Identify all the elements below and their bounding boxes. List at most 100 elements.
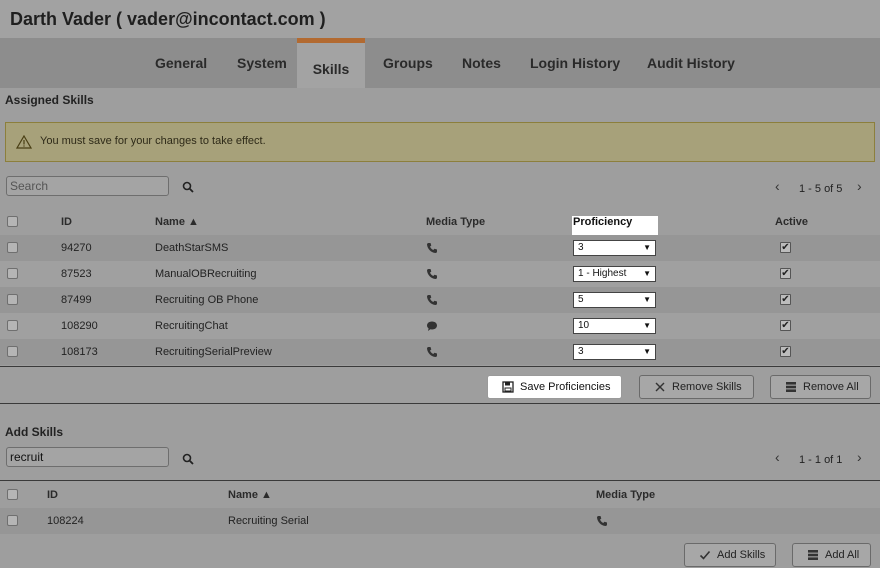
- proficiency-value: 3: [578, 346, 584, 357]
- skill-name: Recruiting Serial: [228, 515, 309, 527]
- table-row: 87499 Recruiting OB Phone 5 ▼ ✔: [0, 287, 880, 313]
- add-table-header: ID Name ▲ Media Type: [0, 482, 880, 508]
- column-media-type: Media Type: [426, 216, 486, 228]
- phone-icon: [427, 347, 437, 357]
- proficiency-value: 3: [578, 242, 584, 253]
- active-checkbox[interactable]: ✔: [780, 320, 791, 331]
- row-checkbox[interactable]: [7, 346, 18, 357]
- next-page-icon[interactable]: ›: [857, 449, 862, 465]
- phone-icon: [427, 269, 437, 279]
- skill-name: ManualOBRecruiting: [155, 268, 257, 280]
- skill-name: Recruiting OB Phone: [155, 294, 259, 306]
- search-icon[interactable]: [182, 181, 194, 193]
- save-proficiencies-label: Save Proficiencies: [520, 381, 611, 393]
- save-proficiencies-button[interactable]: Save Proficiencies: [487, 375, 622, 399]
- add-pager: ‹ 1 - 1 of 1 ›: [775, 449, 867, 469]
- tab-groups[interactable]: Groups: [371, 38, 445, 88]
- assigned-skills-label: Assigned Skills: [5, 93, 94, 107]
- row-checkbox[interactable]: [7, 294, 18, 305]
- active-checkbox[interactable]: ✔: [780, 242, 791, 253]
- column-media-type: Media Type: [596, 489, 656, 501]
- column-name[interactable]: Name ▲: [228, 482, 272, 508]
- chevron-down-icon: ▼: [643, 269, 651, 278]
- select-all-checkbox[interactable]: [7, 489, 18, 500]
- table-row: 108224 Recruiting Serial: [0, 508, 880, 534]
- chevron-down-icon: ▼: [643, 243, 651, 252]
- pager-text: 1 - 5 of 5: [799, 183, 843, 195]
- pager-text: 1 - 1 of 1: [799, 454, 843, 466]
- table-row: 87523 ManualOBRecruiting 1 - Highest ▼ ✔: [0, 261, 880, 287]
- divider: [0, 366, 880, 367]
- remove-skills-label: Remove Skills: [672, 381, 742, 393]
- tab-notes[interactable]: Notes: [450, 38, 513, 88]
- add-skills-label: Add Skills: [717, 549, 766, 561]
- table-row: 94270 DeathStarSMS 3 ▼ ✔: [0, 235, 880, 261]
- skill-id: 108290: [61, 320, 98, 332]
- tab-system[interactable]: System: [225, 38, 299, 88]
- skill-name: RecruitingSerialPreview: [155, 346, 272, 358]
- tab-audit-history[interactable]: Audit History: [635, 38, 747, 88]
- proficiency-select[interactable]: 5 ▼: [573, 292, 656, 308]
- prev-page-icon[interactable]: ‹: [775, 449, 780, 465]
- column-id[interactable]: ID: [61, 209, 72, 235]
- remove-all-label: Remove All: [803, 381, 859, 393]
- table-row: 108173 RecruitingSerialPreview 3 ▼ ✔: [0, 339, 880, 365]
- row-checkbox[interactable]: [7, 320, 18, 331]
- divider: [0, 403, 880, 404]
- tab-bar: General System Skills Groups Notes Login…: [0, 38, 880, 88]
- row-checkbox[interactable]: [7, 242, 18, 253]
- add-skills-label: Add Skills: [5, 425, 64, 439]
- phone-icon: [427, 243, 437, 253]
- skill-id: 87523: [61, 268, 92, 280]
- proficiency-select[interactable]: 3 ▼: [573, 344, 656, 360]
- search-icon[interactable]: [182, 453, 194, 465]
- next-page-icon[interactable]: ›: [857, 178, 862, 194]
- column-id[interactable]: ID: [47, 482, 58, 508]
- active-checkbox[interactable]: ✔: [780, 268, 791, 279]
- assigned-search-input[interactable]: [6, 176, 169, 196]
- column-active: Active: [775, 216, 809, 228]
- warning-banner: You must save for your changes to take e…: [5, 122, 875, 162]
- warning-icon: [16, 135, 32, 149]
- phone-icon: [427, 295, 437, 305]
- proficiency-select[interactable]: 1 - Highest ▼: [573, 266, 656, 282]
- tab-general[interactable]: General: [143, 38, 219, 88]
- proficiency-select[interactable]: 3 ▼: [573, 240, 656, 256]
- row-checkbox[interactable]: [7, 268, 18, 279]
- skill-id: 94270: [61, 242, 92, 254]
- active-checkbox[interactable]: ✔: [780, 346, 791, 357]
- skill-id: 108173: [61, 346, 98, 358]
- add-all-button[interactable]: Add All: [792, 543, 871, 567]
- skill-name: RecruitingChat: [155, 320, 228, 332]
- list-icon: [786, 382, 796, 392]
- active-checkbox[interactable]: ✔: [780, 294, 791, 305]
- close-icon: [655, 382, 665, 392]
- add-search-input[interactable]: [6, 447, 169, 467]
- add-all-label: Add All: [825, 549, 860, 561]
- save-icon: [502, 381, 514, 393]
- table-row: 108290 RecruitingChat 10 ▼ ✔: [0, 313, 880, 339]
- tab-skills[interactable]: Skills: [297, 38, 365, 88]
- chevron-down-icon: ▼: [643, 347, 651, 356]
- divider: [0, 480, 880, 481]
- page-title: Darth Vader ( vader@incontact.com ): [0, 0, 880, 38]
- list-icon: [808, 550, 818, 560]
- chevron-down-icon: ▼: [643, 295, 651, 304]
- add-skills-button[interactable]: Add Skills: [684, 543, 776, 567]
- proficiency-value: 1 - Highest: [578, 268, 627, 279]
- proficiency-select[interactable]: 10 ▼: [573, 318, 656, 334]
- chevron-down-icon: ▼: [643, 321, 651, 330]
- skill-id: 87499: [61, 294, 92, 306]
- warning-text: You must save for your changes to take e…: [40, 135, 266, 147]
- assigned-table-header: ID Name ▲ Media Type Active: [0, 209, 880, 235]
- tab-login-history[interactable]: Login History: [518, 38, 632, 88]
- column-proficiency: Proficiency: [573, 216, 633, 228]
- row-checkbox[interactable]: [7, 515, 18, 526]
- select-all-checkbox[interactable]: [7, 216, 18, 227]
- column-name[interactable]: Name ▲: [155, 209, 199, 235]
- checkmark-icon: [699, 550, 711, 560]
- prev-page-icon[interactable]: ‹: [775, 178, 780, 194]
- remove-all-button[interactable]: Remove All: [770, 375, 871, 399]
- remove-skills-button[interactable]: Remove Skills: [639, 375, 754, 399]
- chat-icon: [427, 321, 437, 331]
